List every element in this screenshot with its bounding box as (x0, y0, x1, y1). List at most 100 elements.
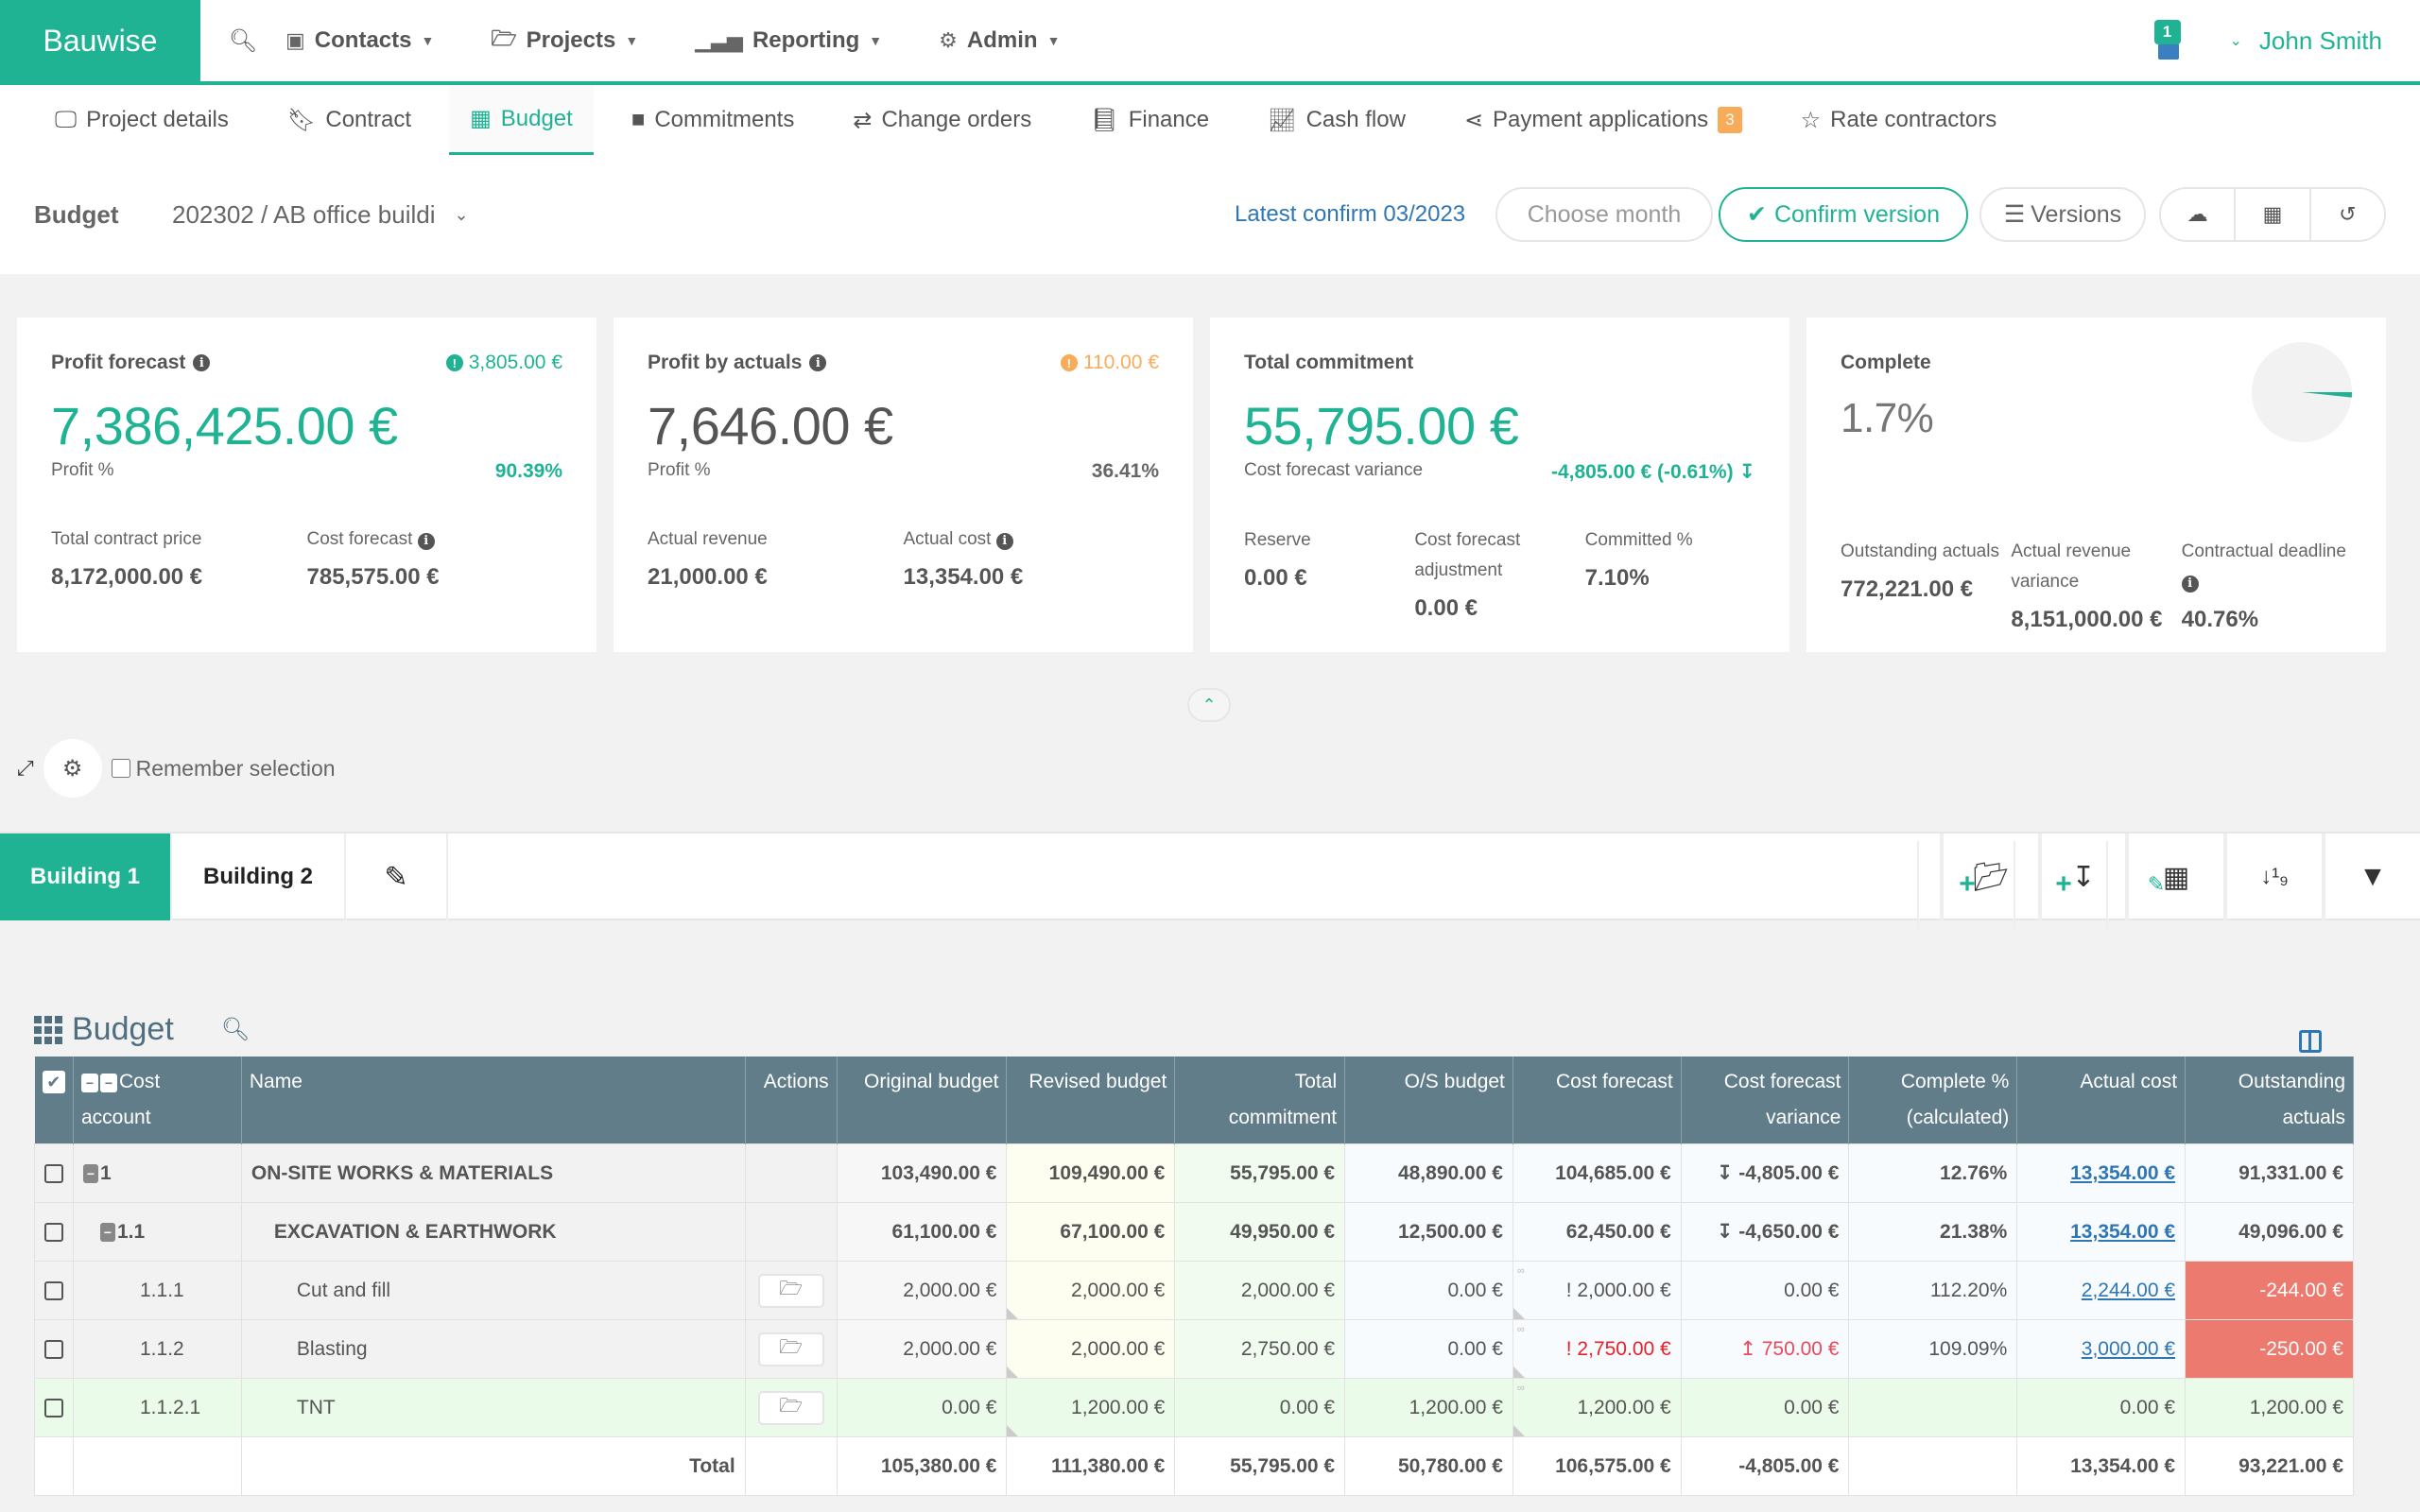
confirm-version-button[interactable]: ✔ Confirm version (1719, 187, 1968, 242)
nav-contacts[interactable]: ▣ Contacts ▼ (285, 27, 434, 54)
actual-cost-cell[interactable]: 3,000.00 € (2016, 1319, 2187, 1379)
collapse-icon[interactable]: − (81, 1074, 98, 1092)
original-budget-cell[interactable]: 0.00 € (836, 1378, 1008, 1437)
edit-tabs-button[interactable]: ✎ (346, 833, 448, 920)
collapse-cards-button[interactable]: ⌃ (1187, 688, 1231, 722)
search-icon[interactable]: 🔍︎ (200, 27, 285, 55)
col-actual-cost[interactable]: Actual cost (2016, 1057, 2187, 1144)
col-cost-forecast-variance[interactable]: Cost forecast variance (1681, 1057, 1850, 1144)
tab-rate-contractors[interactable]: ☆ Rate contractors (1780, 85, 2018, 155)
history-icon[interactable]: ↺ (2308, 189, 2384, 240)
info-icon[interactable]: i (193, 354, 211, 371)
tab-payment-applications[interactable]: ⋖ Payment applications 3 (1443, 85, 1763, 155)
collapse-icon[interactable]: − (100, 1222, 115, 1242)
row-checkbox[interactable] (34, 1202, 74, 1262)
actual-cost-cell[interactable]: 0.00 € (2016, 1378, 2187, 1437)
info-icon[interactable]: i (995, 533, 1013, 550)
col-cost-account[interactable]: − − Cost account (73, 1057, 242, 1144)
cloud-download-icon[interactable]: ☁ (2161, 189, 2234, 240)
table-icon[interactable]: ▦ (2234, 189, 2308, 240)
sort-numeric-button[interactable]: ↓¹₉ (2223, 833, 2322, 920)
tab-budget[interactable]: ▦ Budget (449, 85, 594, 155)
original-budget-cell[interactable]: 2,000.00 € (836, 1319, 1008, 1379)
table-row[interactable]: 1.1.1 Cut and fill 🗁︎ 2,000.00 €2,000.00 €2… (34, 1261, 2354, 1320)
project-select[interactable]: 202302 / AB office buildi ⌄ (172, 200, 469, 230)
select-all-checkbox[interactable]: ✔ (34, 1057, 74, 1144)
cost-forecast-cell[interactable]: ∞! 2,750.00 € (1512, 1319, 1682, 1379)
col-os-budget[interactable]: O/S budget (1344, 1057, 1513, 1144)
nav-admin[interactable]: ⚙ Admin ▼ (939, 27, 1060, 54)
compress-icon[interactable]: ⤢ (17, 756, 34, 781)
col-original-budget[interactable]: Original budget (837, 1057, 1008, 1144)
open-folder-button[interactable]: 🗁︎ (757, 1390, 824, 1425)
brand-logo[interactable]: Bauwise (0, 0, 200, 83)
revised-budget-cell[interactable]: 2,000.00 € (1006, 1319, 1176, 1379)
latest-confirm-link[interactable]: Latest confirm 03/2023 (1235, 201, 1465, 228)
collapse-icon[interactable]: − (100, 1074, 117, 1092)
col-cost-forecast[interactable]: Cost forecast (1512, 1057, 1682, 1144)
total-commitment-cell[interactable]: 0.00 € (1174, 1378, 1346, 1437)
col-complete-pct[interactable]: Complete % (calculated) (1848, 1057, 2018, 1144)
actual-cost-cell[interactable]: 13,354.00 € (2016, 1202, 2187, 1262)
col-revised-budget[interactable]: Revised budget (1006, 1057, 1176, 1144)
tab-commitments[interactable]: ■ Commitments (611, 85, 816, 155)
col-name[interactable]: Name (241, 1057, 746, 1144)
table-row[interactable]: −1 ON-SITE WORKS & MATERIALS 103,490.00 €1… (34, 1143, 2354, 1203)
name-cell[interactable]: TNT (240, 1378, 746, 1437)
tab-contract[interactable]: 🔖︎ Contract (267, 85, 432, 155)
original-budget-cell[interactable]: 103,490.00 € (836, 1143, 1008, 1203)
table-row[interactable]: 1.1.2 Blasting 🗁︎ 2,000.00 €2,000.00 €2,750… (34, 1319, 2354, 1379)
col-outstanding-actuals[interactable]: Outstanding actuals (2185, 1057, 2354, 1144)
cost-forecast-cell[interactable]: 62,450.00 € (1512, 1202, 1682, 1262)
info-icon[interactable]: i (2181, 576, 2199, 593)
info-icon[interactable]: i (809, 354, 827, 371)
settings-button[interactable]: ⚙ (43, 739, 102, 798)
revised-budget-cell[interactable]: 2,000.00 € (1006, 1261, 1176, 1320)
cost-forecast-cell[interactable]: ∞! 2,000.00 € (1512, 1261, 1682, 1320)
tab-change-orders[interactable]: ⇄ Change orders (832, 85, 1052, 155)
tab-project-details[interactable]: 🖵︎ Project details (34, 85, 250, 155)
tab-finance[interactable]: 📘︎ Finance (1069, 85, 1230, 155)
actual-cost-cell[interactable]: 13,354.00 € (2016, 1143, 2187, 1203)
col-total-commitment[interactable]: Total commitment (1174, 1057, 1346, 1144)
name-cell[interactable]: Cut and fill (240, 1261, 746, 1320)
actual-cost-cell[interactable]: 2,244.00 € (2016, 1261, 2187, 1320)
total-commitment-cell[interactable]: 55,795.00 € (1174, 1143, 1346, 1203)
open-folder-button[interactable]: 🗁︎ (757, 1332, 824, 1366)
row-checkbox[interactable] (34, 1143, 74, 1203)
open-folder-button[interactable]: 🗁︎ (757, 1273, 824, 1308)
name-cell[interactable]: Blasting (240, 1319, 746, 1379)
nav-reporting[interactable]: ▁▃▅ Reporting ▼ (695, 27, 882, 54)
row-checkbox[interactable] (34, 1319, 74, 1379)
remember-selection-checkbox[interactable] (111, 759, 130, 778)
name-cell[interactable]: EXCAVATION & EARTHWORK (240, 1202, 746, 1262)
row-checkbox[interactable] (34, 1378, 74, 1437)
choose-month-input[interactable]: Choose month (1495, 187, 1713, 242)
table-row[interactable]: 1.1.2.1 TNT 🗁︎ 0.00 €1,200.00 €0.00 €1,200.… (34, 1378, 2354, 1437)
remember-selection[interactable]: Remember selection (111, 756, 336, 782)
tab-building-2[interactable]: Building 2 (172, 833, 346, 920)
edit-table-button[interactable]: ▦ ✎ (2106, 833, 2223, 928)
row-checkbox[interactable] (34, 1261, 74, 1320)
tab-building-1[interactable]: Building 1 (0, 833, 172, 920)
revised-budget-cell[interactable]: 109,490.00 € (1006, 1143, 1176, 1203)
cost-forecast-cell[interactable]: ∞ 1,200.00 € (1512, 1378, 1682, 1437)
cost-forecast-cell[interactable]: 104,685.00 € (1512, 1143, 1682, 1203)
original-budget-cell[interactable]: 61,100.00 € (836, 1202, 1008, 1262)
user-menu[interactable]: ⌄ John Smith (2230, 26, 2382, 56)
original-budget-cell[interactable]: 2,000.00 € (836, 1261, 1008, 1320)
total-commitment-cell[interactable]: 2,750.00 € (1174, 1319, 1346, 1379)
info-icon[interactable]: i (417, 533, 435, 550)
collapse-icon[interactable]: − (83, 1163, 98, 1183)
versions-button[interactable]: ☰ Versions (1979, 187, 2146, 242)
nav-projects[interactable]: 🗁 Projects ▼ (491, 23, 638, 59)
filter-button[interactable]: ▼ (2322, 833, 2420, 920)
revised-budget-cell[interactable]: 1,200.00 € (1006, 1378, 1176, 1437)
table-row[interactable]: −1.1 EXCAVATION & EARTHWORK 61,100.00 €67,… (34, 1202, 2354, 1262)
search-icon[interactable]: 🔍︎ (221, 1016, 250, 1043)
columns-toggle-icon[interactable] (2299, 1030, 2322, 1053)
revised-budget-cell[interactable]: 67,100.00 € (1006, 1202, 1176, 1262)
name-cell[interactable]: ON-SITE WORKS & MATERIALS (240, 1143, 746, 1203)
total-commitment-cell[interactable]: 49,950.00 € (1174, 1202, 1346, 1262)
notifications-button[interactable]: 1 (2153, 20, 2183, 60)
